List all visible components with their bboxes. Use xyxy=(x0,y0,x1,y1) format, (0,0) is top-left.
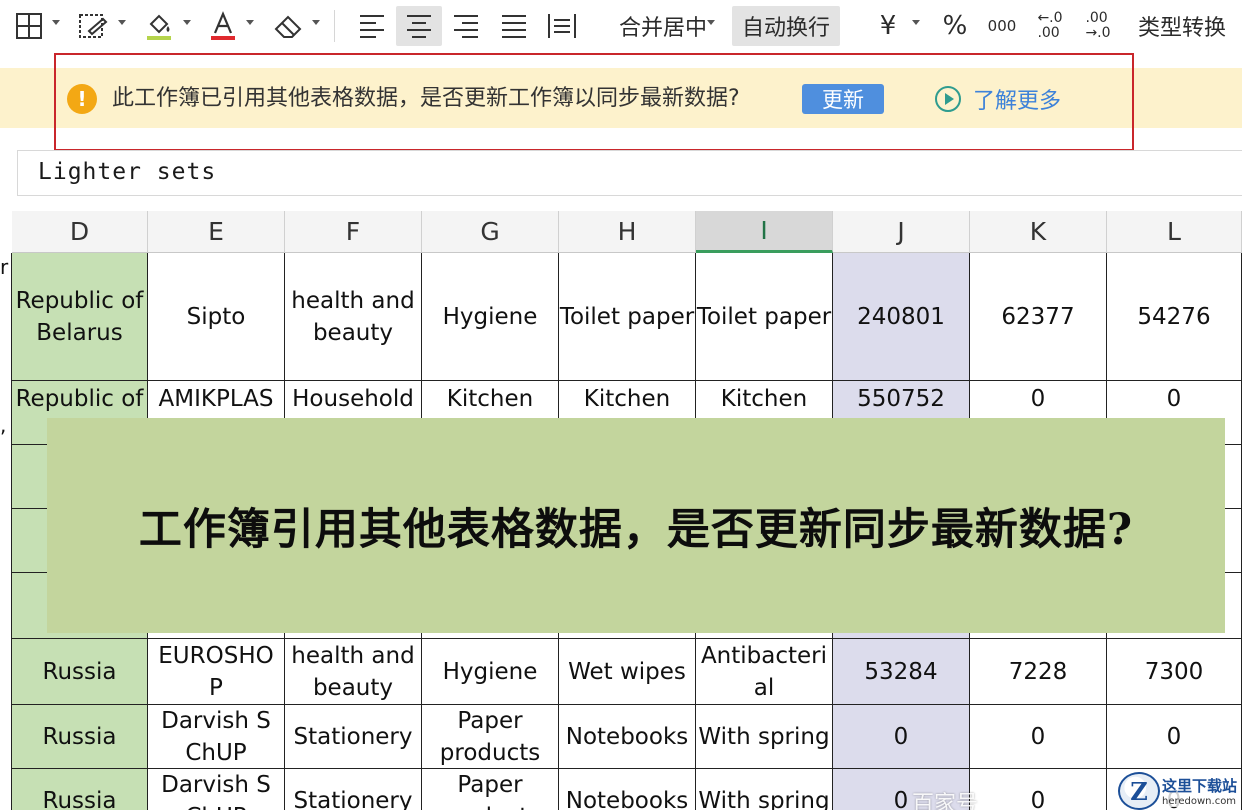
learn-more-link[interactable]: 了解更多 xyxy=(935,84,1061,114)
distributed-align-icon[interactable] xyxy=(540,6,584,46)
fill-color-dropdown-icon[interactable] xyxy=(183,20,191,25)
clipped-text: , xyxy=(0,413,7,437)
percent-button[interactable]: % xyxy=(936,6,974,46)
cell-d-row-1[interactable]: Republic of Belarus xyxy=(12,253,148,381)
site-logo-text: 这里下载站 heredown.com xyxy=(1162,775,1238,807)
cell-g-row-7[interactable]: Paper products xyxy=(422,705,559,769)
borders-icon[interactable] xyxy=(10,6,48,46)
cell-f-row-6[interactable]: health and beauty xyxy=(285,639,422,705)
notification-message: 此工作簿已引用其他表格数据，是否更新工作簿以同步最新数据? xyxy=(112,86,740,111)
wrap-text-button[interactable]: 自动换行 xyxy=(732,6,840,46)
currency-dropdown-icon[interactable] xyxy=(912,20,920,25)
clear-format-icon[interactable] xyxy=(268,6,308,46)
site-logo-name: 这里下载站 xyxy=(1162,775,1238,796)
type-convert-label: 类型转换 xyxy=(1137,16,1226,41)
justify-icon[interactable] xyxy=(492,6,536,46)
clipped-text: r xyxy=(0,255,9,279)
thousands-separator-button[interactable]: 000 xyxy=(982,6,1022,46)
cell-i-row-1[interactable]: Toilet paper xyxy=(696,253,833,381)
site-logo: Z 这里下载站 heredown.com xyxy=(1118,772,1242,810)
align-left-icon[interactable] xyxy=(350,6,394,46)
cell-f-row-1[interactable]: health and beauty xyxy=(285,253,422,381)
cell-style-dropdown-icon[interactable] xyxy=(118,20,126,25)
cell-k-row-1[interactable]: 62377 xyxy=(970,253,1107,381)
column-header-d[interactable]: D xyxy=(12,211,148,253)
cell-k-row-8[interactable]: 0 xyxy=(970,769,1107,810)
cell-j-row-6[interactable]: 53284 xyxy=(833,639,970,705)
cell-j-row-1[interactable]: 240801 xyxy=(833,253,970,381)
column-header-g[interactable]: G xyxy=(422,211,559,253)
toolbar-divider xyxy=(334,10,335,42)
merge-center-button[interactable]: 合并居中 xyxy=(604,6,722,46)
cell-d-row-6[interactable]: Russia xyxy=(12,639,148,705)
cell-f-row-8[interactable]: Stationery xyxy=(285,769,422,810)
overlay-caption-text: 工作簿引用其他表格数据，是否更新同步最新数据? xyxy=(138,504,1134,555)
site-logo-icon: Z xyxy=(1118,772,1160,810)
warning-icon: ! xyxy=(67,84,97,114)
currency-icon: ¥ xyxy=(879,11,897,41)
column-header-f[interactable]: F xyxy=(285,211,422,253)
increase-decimal-icon: ←.0 .00 xyxy=(1037,10,1063,41)
cell-d-row-8[interactable]: Russia xyxy=(12,769,148,810)
cell-l-row-1[interactable]: 54276 xyxy=(1107,253,1242,381)
cell-e-row-1[interactable]: Sipto xyxy=(148,253,285,381)
align-right-icon[interactable] xyxy=(444,6,488,46)
clear-format-dropdown-icon[interactable] xyxy=(312,20,320,25)
borders-dropdown-icon[interactable] xyxy=(52,20,60,25)
cell-style-icon[interactable] xyxy=(74,6,112,46)
cell-e-row-8[interactable]: Darvish S ChUP xyxy=(148,769,285,810)
cell-h-row-1[interactable]: Toilet paper xyxy=(559,253,696,381)
column-header-h[interactable]: H xyxy=(559,211,696,253)
column-header-i[interactable]: I xyxy=(696,211,833,253)
baidu-watermark: 百家号 xyxy=(912,792,979,810)
cell-i-row-8[interactable]: With spring xyxy=(696,769,833,810)
formula-bar-value: Lighter sets xyxy=(38,159,217,185)
wrap-text-label: 自动换行 xyxy=(741,16,830,41)
cell-h-row-6[interactable]: Wet wipes xyxy=(559,639,696,705)
cell-e-row-6[interactable]: EUROSHO P xyxy=(148,639,285,705)
cell-i-row-7[interactable]: With spring xyxy=(696,705,833,769)
cell-l-row-6[interactable]: 7300 xyxy=(1107,639,1242,705)
font-color-dropdown-icon[interactable] xyxy=(246,20,254,25)
cell-e-row-7[interactable]: Darvish S ChUP xyxy=(148,705,285,769)
cell-j-row-7[interactable]: 0 xyxy=(833,705,970,769)
cell-l-row-7[interactable]: 0 xyxy=(1107,705,1242,769)
decrease-decimal-button[interactable]: .00 →.0 xyxy=(1078,6,1118,46)
ribbon-toolbar: 合并居中 自动换行 ¥ % 000 ←.0 .00 .00 →.0 类型转换 xyxy=(0,0,1242,52)
thousands-separator-icon: 000 xyxy=(987,17,1017,35)
cell-g-row-8[interactable]: Paper products xyxy=(422,769,559,810)
partially-visible-column: r , xyxy=(0,253,12,810)
cell-k-row-6[interactable]: 7228 xyxy=(970,639,1107,705)
learn-more-label: 了解更多 xyxy=(973,89,1062,114)
merge-center-label: 合并居中 xyxy=(618,16,707,41)
align-center-icon[interactable] xyxy=(396,6,442,46)
site-logo-domain: heredown.com xyxy=(1162,796,1238,807)
column-header-k[interactable]: K xyxy=(970,211,1107,253)
cell-h-row-7[interactable]: Notebooks xyxy=(559,705,696,769)
type-convert-button[interactable]: 类型转换 xyxy=(1130,6,1234,46)
update-button[interactable]: 更新 xyxy=(802,84,884,114)
cell-k-row-7[interactable]: 0 xyxy=(970,705,1107,769)
increase-decimal-button[interactable]: ←.0 .00 xyxy=(1030,6,1070,46)
cell-i-row-6[interactable]: Antibacteri al xyxy=(696,639,833,705)
cell-f-row-7[interactable]: Stationery xyxy=(285,705,422,769)
font-color-icon[interactable] xyxy=(205,6,241,46)
decrease-decimal-icon: .00 →.0 xyxy=(1085,10,1111,41)
cell-d-row-7[interactable]: Russia xyxy=(12,705,148,769)
column-header-e[interactable]: E xyxy=(148,211,285,253)
cell-g-row-6[interactable]: Hygiene xyxy=(422,639,559,705)
cell-g-row-1[interactable]: Hygiene xyxy=(422,253,559,381)
cell-h-row-8[interactable]: Notebooks xyxy=(559,769,696,810)
play-icon xyxy=(935,86,961,112)
overlay-caption-banner: 工作簿引用其他表格数据，是否更新同步最新数据? xyxy=(47,418,1225,633)
column-header-l[interactable]: L xyxy=(1107,211,1242,253)
column-header-j[interactable]: J xyxy=(833,211,970,253)
fill-color-icon[interactable] xyxy=(140,6,178,46)
formula-bar[interactable]: Lighter sets xyxy=(17,150,1242,196)
percent-icon: % xyxy=(942,11,968,41)
currency-button[interactable]: ¥ xyxy=(868,6,908,46)
merge-center-dropdown-icon[interactable] xyxy=(707,20,715,25)
